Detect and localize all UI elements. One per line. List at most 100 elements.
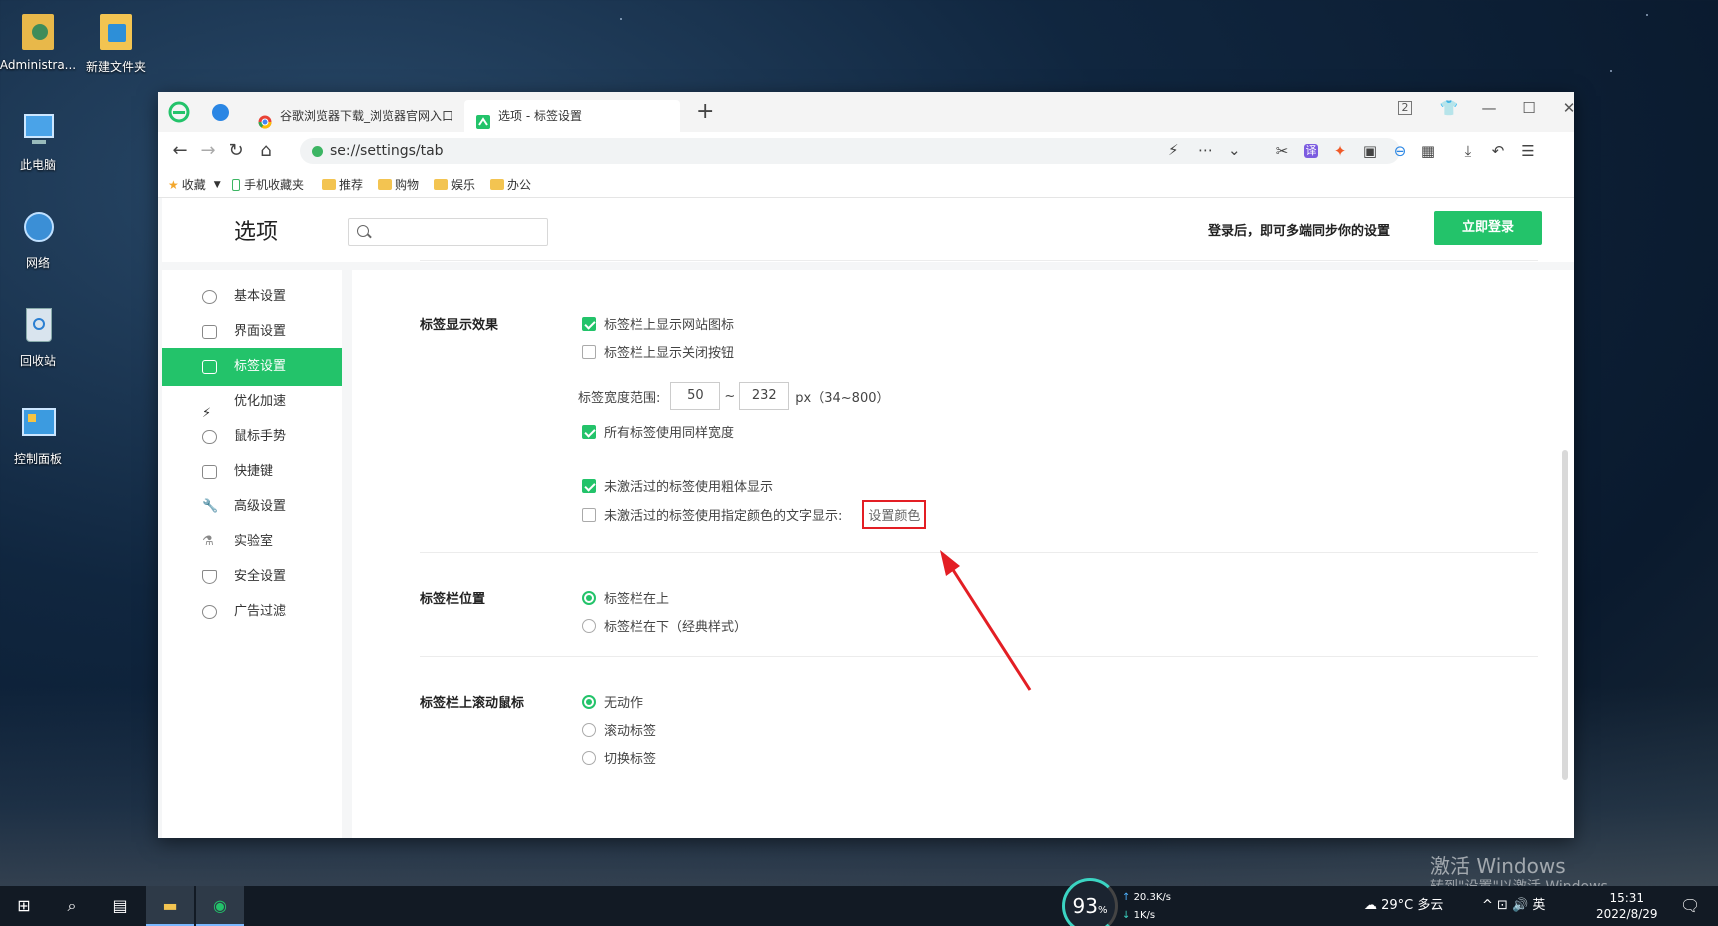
sidebar-item-shortcuts[interactable]: 快捷键 <box>162 453 342 491</box>
option-same-width[interactable]: 所有标签使用同样宽度 <box>582 422 734 441</box>
option-show-close[interactable]: 标签栏上显示关闭按钮 <box>582 342 734 361</box>
chevron-down-icon[interactable]: ⌄ <box>1228 137 1241 163</box>
cpu-gauge[interactable]: 93% <box>1062 878 1118 926</box>
apps-icon[interactable]: ▦ <box>1418 141 1438 161</box>
set-color-button[interactable]: 设置颜色 <box>862 500 927 529</box>
browser-logo-icon[interactable] <box>168 101 190 123</box>
option-scroll-none[interactable]: 无动作 <box>582 692 643 711</box>
url-text: se://settings/tab <box>330 143 444 159</box>
settings-header: 选项 登录后，即可多端同步你的设置 立即登录 <box>162 198 1574 262</box>
menu-icon[interactable]: ☰ <box>1518 141 1538 161</box>
radio-tabs-bottom[interactable] <box>582 618 596 633</box>
sidebar-item-adblock[interactable]: 广告过滤 <box>162 593 342 631</box>
browser-window: 谷歌浏览器下载_浏览器官网入口 选项 - 标签设置 + 2 👕 — ☐ ✕ ← … <box>158 92 1574 838</box>
sidebar-item-basic[interactable]: 基本设置 <box>162 278 342 316</box>
bookmark-mobile[interactable]: 手机收藏夹 <box>232 176 304 193</box>
reload-button[interactable]: ↻ <box>224 141 248 161</box>
sidebar-item-advanced[interactable]: 🔧 高级设置 <box>162 488 342 526</box>
ime-indicator[interactable]: 英 <box>1532 898 1545 913</box>
adblock-icon[interactable]: ⊖ <box>1390 141 1410 161</box>
more-icon[interactable]: ⋯ <box>1198 137 1213 163</box>
sidebar-item-optimize[interactable]: ⚡ 优化加速 <box>162 383 342 421</box>
file-explorer-icon[interactable]: ▬ <box>146 886 194 926</box>
download-icon[interactable]: ⤓ <box>1458 141 1478 161</box>
tab-settings[interactable]: 选项 - 标签设置 <box>464 100 680 132</box>
checkbox-show-close[interactable] <box>582 344 596 359</box>
option-tabs-top[interactable]: 标签栏在上 <box>582 588 669 607</box>
option-switch-tabs[interactable]: 切换标签 <box>582 748 656 767</box>
phone-icon <box>232 178 240 191</box>
option-show-favicon[interactable]: 标签栏上显示网站图标 <box>582 314 734 333</box>
checkbox-show-favicon[interactable] <box>582 316 596 331</box>
reader-icon[interactable]: ▣ <box>1360 141 1380 161</box>
bookmark-favorites[interactable]: ★ 收藏 ▼ <box>168 176 221 193</box>
radio-scroll-none[interactable] <box>582 694 596 709</box>
shirt-icon[interactable]: 👕 <box>1434 98 1464 118</box>
cpu-percent: 93 <box>1072 894 1098 918</box>
translate-icon[interactable]: 译 <box>1304 144 1318 158</box>
game-icon[interactable]: ✦ <box>1330 141 1350 161</box>
desktop-icon-network[interactable]: 网络 <box>0 206 80 271</box>
close-button[interactable]: ✕ <box>1554 98 1574 118</box>
desktop-icon-new-folder[interactable]: 新建文件夹 <box>74 10 158 75</box>
windows-start-icon[interactable]: ⊞ <box>0 886 48 926</box>
sidebar-item-interface[interactable]: 界面设置 <box>162 313 342 351</box>
radio-switch-tabs[interactable] <box>582 750 596 765</box>
desktop-icon-recycle-bin[interactable]: 回收站 <box>0 304 80 369</box>
option-color-inactive[interactable]: 未激活过的标签使用指定颜色的文字显示: 设置颜色 <box>582 500 927 529</box>
undo-icon[interactable]: ↶ <box>1488 141 1508 161</box>
lightning-icon[interactable]: ⚡ <box>1168 137 1179 163</box>
sidebar-item-label: 标签设置 <box>234 359 287 374</box>
desktop-icon-label: Administra... <box>0 58 77 72</box>
sidebar-item-tabs[interactable]: 标签设置 <box>162 348 342 386</box>
maximize-button[interactable]: ☐ <box>1514 98 1544 118</box>
width-min-input[interactable]: 50 <box>670 382 721 410</box>
forward-button[interactable]: → <box>196 141 220 161</box>
home-icon[interactable]: ⌂ <box>254 141 278 161</box>
browser-taskbar-icon[interactable]: ◉ <box>196 886 244 926</box>
back-button[interactable]: ← <box>168 141 192 161</box>
telegram-icon[interactable] <box>212 104 229 121</box>
tab-chrome-download[interactable]: 谷歌浏览器下载_浏览器官网入口 <box>246 100 452 132</box>
page-title: 选项 <box>234 220 279 245</box>
radio-scroll-tabs[interactable] <box>582 722 596 737</box>
scrollbar[interactable] <box>1562 450 1568 780</box>
desktop-icon-control-panel[interactable]: 控制面板 <box>0 402 80 467</box>
settings-search[interactable] <box>348 218 548 246</box>
option-tabs-bottom[interactable]: 标签栏在下（经典样式） <box>582 616 747 635</box>
window-count-badge[interactable]: 2 <box>1398 101 1412 115</box>
bookmark-label: 手机收藏夹 <box>244 178 305 192</box>
sidebar-item-gestures[interactable]: 鼠标手势 <box>162 418 342 456</box>
desktop-icon-administrator[interactable]: Administra... <box>0 10 80 72</box>
checkbox-same-width[interactable] <box>582 424 596 439</box>
login-button[interactable]: 立即登录 <box>1434 211 1542 245</box>
keyboard-icon <box>202 465 217 479</box>
bookmark-office[interactable]: 办公 <box>490 176 531 193</box>
task-view-icon[interactable]: ▤ <box>96 886 144 926</box>
radio-tabs-top[interactable] <box>582 590 596 605</box>
notification-icon[interactable]: 🗨 <box>1680 886 1700 926</box>
weather[interactable]: ☁ 29°C 多云 <box>1364 886 1443 926</box>
new-tab-button[interactable]: + <box>696 101 714 123</box>
recycle-bin-icon <box>16 304 60 348</box>
tray-icons[interactable]: ^ ⊡ 🔊 英 <box>1482 886 1545 926</box>
sidebar-item-lab[interactable]: ⚗ 实验室 <box>162 523 342 561</box>
desktop-icon-this-pc[interactable]: 此电脑 <box>0 108 80 173</box>
bookmark-shopping[interactable]: 购物 <box>378 176 419 193</box>
bookmark-recommended[interactable]: 推荐 <box>322 176 363 193</box>
sidebar-item-label: 安全设置 <box>234 569 287 584</box>
sidebar-item-security[interactable]: 安全设置 <box>162 558 342 596</box>
width-range-label: 标签宽度范围: <box>578 390 661 406</box>
search-icon[interactable]: ⌕ <box>48 886 96 926</box>
divider <box>420 552 1538 553</box>
bookmark-entertainment[interactable]: 娱乐 <box>434 176 475 193</box>
clock[interactable]: 15:31 2022/8/29 <box>1596 890 1658 922</box>
option-scroll-tabs[interactable]: 滚动标签 <box>582 720 656 739</box>
checkbox-bold-inactive[interactable] <box>582 478 596 493</box>
search-input[interactable] <box>375 222 543 242</box>
option-bold-inactive[interactable]: 未激活过的标签使用粗体显示 <box>582 476 773 495</box>
minimize-button[interactable]: — <box>1474 98 1504 118</box>
width-max-input[interactable]: 232 <box>739 382 790 410</box>
checkbox-color-inactive[interactable] <box>582 507 596 522</box>
scissors-icon[interactable]: ✂ <box>1272 141 1292 161</box>
